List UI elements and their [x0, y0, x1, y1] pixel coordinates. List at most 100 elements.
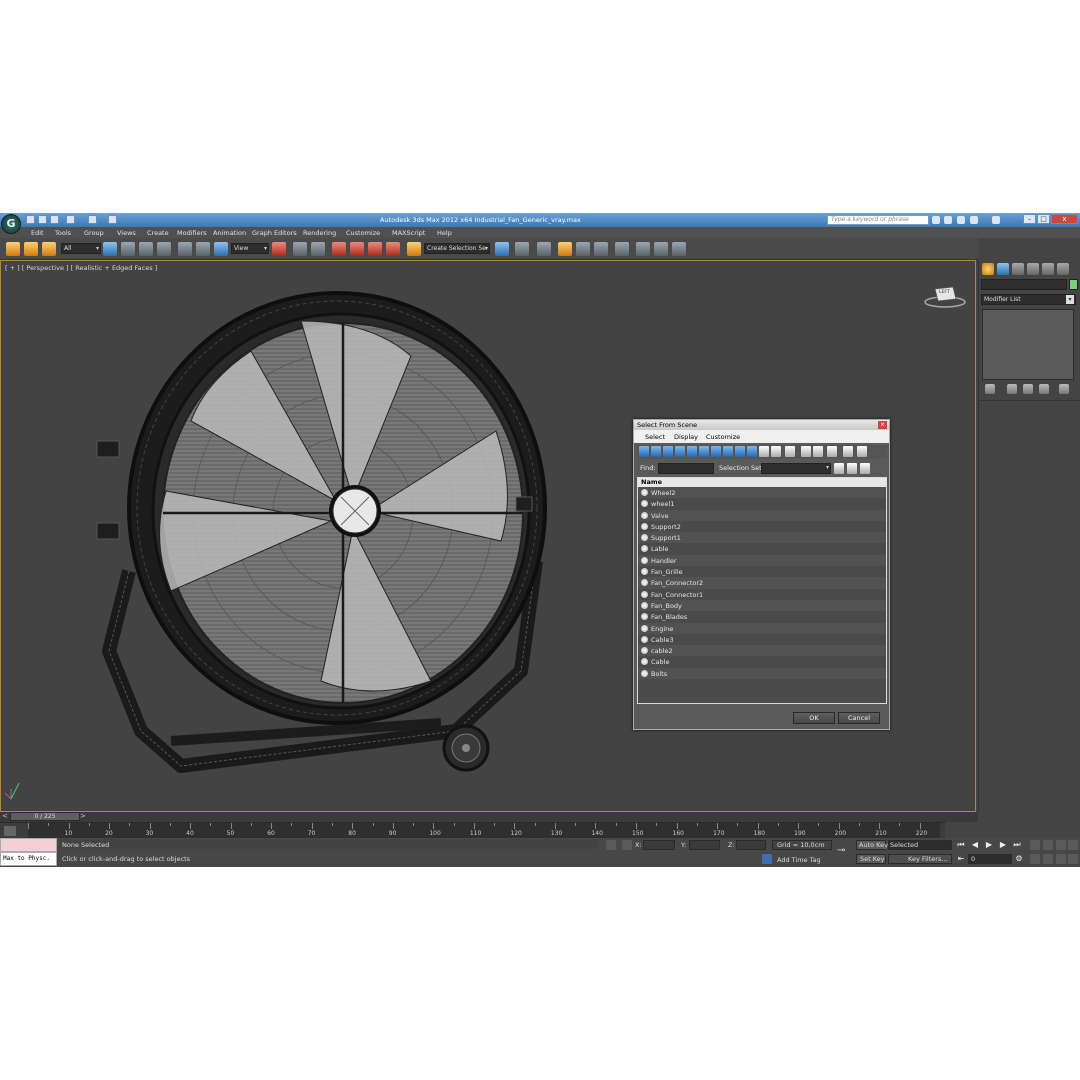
- spinner-snap-icon[interactable]: [386, 242, 400, 256]
- goto-end-icon[interactable]: ⏭: [1012, 840, 1022, 850]
- object-name-field[interactable]: [981, 279, 1067, 290]
- window-crossing-icon[interactable]: [157, 242, 171, 256]
- selection-lock-icon[interactable]: [606, 840, 616, 850]
- display-invert-icon[interactable]: [813, 446, 823, 457]
- maximize-viewport-icon[interactable]: [1068, 854, 1078, 864]
- list-item[interactable]: Wheel2: [638, 487, 886, 499]
- curve-editor-icon[interactable]: [576, 242, 590, 256]
- dialog-close-button[interactable]: x: [878, 421, 887, 429]
- time-tag-icon[interactable]: [762, 854, 772, 864]
- menu-create[interactable]: Create: [147, 229, 169, 237]
- menu-customize[interactable]: Customize: [346, 229, 380, 237]
- move-icon[interactable]: [178, 242, 192, 256]
- create-selection-set-icon[interactable]: [834, 463, 844, 474]
- display-frozen-icon[interactable]: [759, 446, 769, 457]
- ok-button[interactable]: OK: [793, 712, 835, 724]
- menu-help[interactable]: Help: [437, 229, 452, 237]
- zoom-extents-icon[interactable]: [1056, 840, 1066, 850]
- list-item[interactable]: Fan_Grille: [638, 566, 886, 578]
- track-ruler[interactable]: 10 20 30 40 50 60 70 80 90 100 110 120 130 140 150 160 1…: [28, 823, 940, 839]
- exchange-icon[interactable]: [970, 216, 978, 224]
- create-tab-icon[interactable]: [982, 263, 994, 275]
- display-containers-icon[interactable]: [747, 446, 757, 457]
- absolute-mode-icon[interactable]: [622, 840, 632, 850]
- filter-icon[interactable]: [843, 446, 853, 457]
- goto-start-icon[interactable]: ⏮: [956, 840, 966, 850]
- project-folder-icon[interactable]: [108, 215, 117, 224]
- align-icon[interactable]: [515, 242, 529, 256]
- bind-space-warp-icon[interactable]: [42, 242, 56, 256]
- utilities-tab-icon[interactable]: [1057, 263, 1069, 275]
- list-item[interactable]: Fan_Connector2: [638, 577, 886, 589]
- select-object-icon[interactable]: [103, 242, 117, 256]
- schematic-view-icon[interactable]: [594, 242, 608, 256]
- viewcube[interactable]: LEFT: [923, 283, 967, 309]
- sync-selection-icon[interactable]: [827, 446, 837, 457]
- list-item[interactable]: Lable: [638, 543, 886, 555]
- reference-coordinate-dropdown[interactable]: View: [231, 243, 269, 254]
- remove-selection-set-icon[interactable]: [847, 463, 857, 474]
- make-unique-icon[interactable]: [1023, 384, 1033, 394]
- pan-view-icon[interactable]: [1043, 854, 1053, 864]
- menu-graph-editors[interactable]: Graph Editors: [252, 229, 297, 237]
- configure-modifier-sets-icon[interactable]: [1059, 384, 1069, 394]
- modifier-list-dropdown[interactable]: Modifier List: [981, 294, 1076, 305]
- material-editor-icon[interactable]: [615, 242, 629, 256]
- dialog-menu-display[interactable]: Display: [674, 433, 698, 441]
- new-file-icon[interactable]: [26, 215, 35, 224]
- render-setup-icon[interactable]: [636, 242, 650, 256]
- dialog-menu-customize[interactable]: Customize: [706, 433, 740, 441]
- tools-icon[interactable]: [944, 216, 952, 224]
- named-selection-dropdown[interactable]: Create Selection Se: [424, 243, 490, 254]
- z-coordinate-field[interactable]: [736, 840, 766, 850]
- motion-tab-icon[interactable]: [1027, 263, 1039, 275]
- list-item[interactable]: Cable3: [638, 633, 886, 646]
- display-groups-icon[interactable]: [711, 446, 721, 457]
- mini-curve-editor-icon[interactable]: [4, 826, 16, 836]
- select-and-link-icon[interactable]: [6, 242, 20, 256]
- list-item[interactable]: Bolts: [638, 667, 886, 680]
- list-item[interactable]: Support2: [638, 520, 886, 533]
- list-item[interactable]: Fan_Body: [638, 599, 886, 612]
- perspective-viewport[interactable]: [ + ] [ Perspective ] [ Realistic + Edge…: [0, 260, 976, 812]
- snaps-toggle-icon[interactable]: [332, 242, 346, 256]
- edit-named-selection-icon[interactable]: [407, 242, 421, 256]
- add-time-tag[interactable]: Add Time Tag: [777, 856, 821, 864]
- zoom-all-icon[interactable]: [1043, 840, 1053, 850]
- display-cameras-icon[interactable]: [675, 446, 685, 457]
- help-icon[interactable]: [992, 216, 1000, 224]
- list-item[interactable]: Support1: [638, 532, 886, 544]
- key-mode-toggle-icon[interactable]: ⇤: [956, 854, 966, 864]
- pin-stack-icon[interactable]: [985, 384, 995, 394]
- display-all-icon[interactable]: [785, 446, 795, 457]
- zoom-icon[interactable]: [1030, 840, 1040, 850]
- next-frame-arrow-icon[interactable]: >: [80, 812, 86, 820]
- redo-icon[interactable]: [88, 215, 97, 224]
- percent-snap-icon[interactable]: [368, 242, 382, 256]
- rendered-frame-window-icon[interactable]: [654, 242, 668, 256]
- menu-group[interactable]: Group: [84, 229, 104, 237]
- list-item[interactable]: Fan_Blades: [638, 611, 886, 623]
- scene-object-list[interactable]: Name Wheel2 wheel1 Valve Support2 Support1 La…: [637, 477, 887, 704]
- list-item[interactable]: Engine: [638, 622, 886, 634]
- find-input[interactable]: [658, 463, 714, 474]
- list-item[interactable]: cable2: [638, 645, 886, 657]
- next-frame-icon[interactable]: ▶: [998, 840, 1008, 850]
- display-xrefs-icon[interactable]: [723, 446, 733, 457]
- dialog-menu-select[interactable]: Select: [645, 433, 665, 441]
- display-shapes-icon[interactable]: [651, 446, 661, 457]
- unlink-icon[interactable]: [24, 242, 38, 256]
- menu-maxscript[interactable]: MAXScript: [392, 229, 425, 237]
- maximize-button[interactable]: □: [1037, 214, 1050, 224]
- display-helpers-icon[interactable]: [687, 446, 697, 457]
- list-item[interactable]: Handler: [638, 554, 886, 567]
- selection-filter-dropdown[interactable]: All: [61, 243, 101, 254]
- rectangular-selection-icon[interactable]: [139, 242, 153, 256]
- select-manipulate-icon[interactable]: [293, 242, 307, 256]
- render-production-icon[interactable]: [672, 242, 686, 256]
- display-bones-icon[interactable]: [735, 446, 745, 457]
- angle-snap-icon[interactable]: [350, 242, 364, 256]
- display-geometry-icon[interactable]: [639, 446, 649, 457]
- layer-manager-icon[interactable]: [537, 242, 551, 256]
- pivot-center-icon[interactable]: [272, 242, 286, 256]
